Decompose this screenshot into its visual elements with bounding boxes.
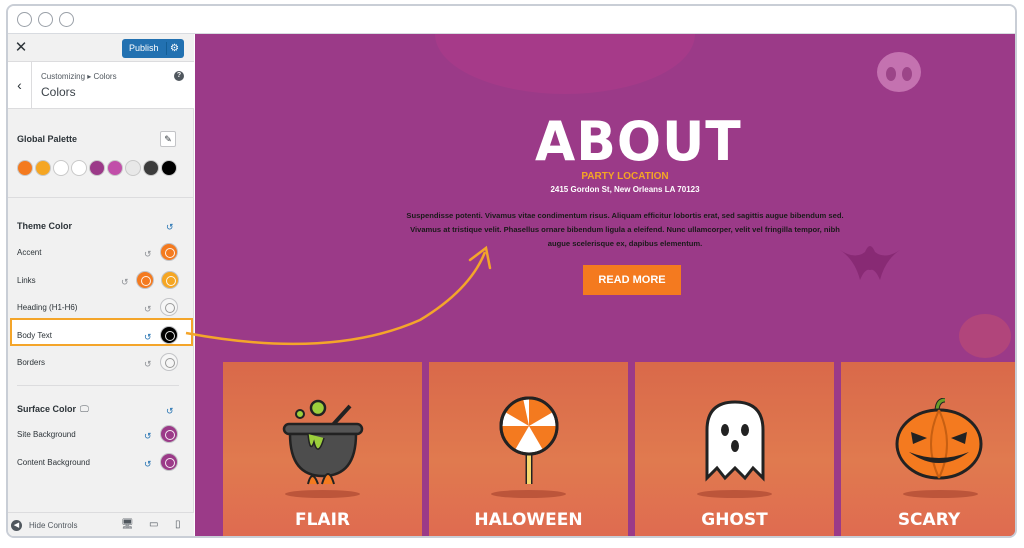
theme_colors-row-label: Accent [17, 248, 42, 257]
cauldron-icon [282, 399, 364, 485]
customizer-sidebar: ✕ Publish ⚙ ‹ Customizing ▸ Colors Color… [8, 34, 194, 536]
card-shadow [903, 490, 978, 498]
publish-separator [166, 42, 167, 55]
read-more-button[interactable]: READ MORE [583, 265, 681, 295]
card-title-scary: SCARY [897, 510, 961, 530]
card-haloween[interactable]: HALOWEEN [429, 362, 628, 536]
close-icon[interactable]: ✕ [12, 39, 30, 57]
divider [8, 197, 194, 198]
theme_colors-row-label: Heading (H1-H6) [17, 303, 78, 312]
section-title: Colors [41, 85, 76, 99]
tablet-preview-icon[interactable]: ▭ [149, 519, 158, 530]
bat-icon [840, 246, 900, 280]
about-heading: ABOUT [535, 110, 742, 174]
help-icon[interactable]: ? [174, 71, 184, 81]
palette-swatch[interactable] [89, 160, 105, 176]
palette-swatch[interactable] [161, 160, 177, 176]
gear-icon[interactable]: ⚙ [170, 39, 179, 58]
section-header: ‹ Customizing ▸ Colors Colors ? [8, 62, 194, 109]
theme-color-label: Theme Color [17, 221, 73, 231]
publish-button[interactable]: Publish ⚙ [122, 39, 184, 58]
window-dot-close[interactable] [17, 12, 32, 27]
card-scary[interactable]: SCARY [841, 362, 1015, 536]
reset-icon[interactable]: ↺ [144, 249, 152, 259]
theme_colors-row-label: Links [17, 275, 36, 285]
global-palette-label: Global Palette [17, 134, 78, 144]
hide-controls-icon[interactable]: ◀ [11, 520, 22, 531]
reset-icon[interactable]: ↺ [144, 304, 152, 314]
palette-swatch[interactable] [143, 160, 159, 176]
card-title-haloween: HALOWEEN [474, 510, 583, 530]
window-titlebar [8, 6, 1015, 34]
about-paragraph: Suspendisse potenti. Vivamus vitae condi… [406, 211, 844, 248]
color-picker-button[interactable] [160, 425, 178, 443]
card-title-flair: FLAIR [294, 510, 351, 530]
address-text: 2415 Gordon St, New Orleans LA 70123 [550, 185, 700, 194]
card-title-ghost: GHOST [701, 510, 768, 530]
surface-color-reset-icon[interactable]: ↺ [166, 406, 174, 416]
color-picker-button[interactable] [160, 325, 178, 344]
color-picker-button[interactable] [160, 243, 178, 261]
palette-swatch[interactable] [17, 160, 33, 176]
palette-swatch[interactable] [107, 160, 123, 176]
reset-icon[interactable]: ↺ [144, 459, 152, 469]
reset-icon[interactable]: ↺ [144, 332, 152, 342]
sidebar-topbar: ✕ Publish ⚙ [8, 34, 194, 62]
mobile-preview-icon[interactable]: ▯ [175, 519, 181, 530]
breadcrumb: Customizing ▸ Colors [41, 72, 117, 81]
card-shadow [285, 490, 360, 498]
color-picker-button[interactable] [136, 270, 154, 289]
theme_colors-row-label: Body Text [17, 330, 52, 340]
site-preview: ABOUT PARTY LOCATION 2415 Gordon St, New… [195, 34, 1015, 536]
reset-icon[interactable]: ↺ [144, 431, 152, 441]
publish-label: Publish [129, 43, 159, 53]
palette-swatch[interactable] [53, 160, 69, 176]
desktop-preview-icon[interactable]: 🖥 [121, 519, 134, 530]
color-picker-button[interactable] [160, 452, 178, 471]
palette-swatch[interactable] [35, 160, 51, 176]
sidebar-footer: ◀ Hide Controls 🖥 ▭ ▯ [8, 512, 194, 536]
surface_colors-row-label: Site Background [17, 430, 76, 439]
pencil-icon[interactable]: ✎ [160, 131, 176, 147]
card-shadow [491, 490, 566, 498]
theme-color-reset-icon[interactable]: ↺ [166, 222, 174, 232]
card-flair[interactable]: FLAIR [223, 362, 422, 536]
monitor-icon[interactable]: 🖵 [80, 404, 89, 415]
divider [17, 385, 179, 386]
reset-icon[interactable]: ↺ [144, 359, 152, 369]
ghost-icon [705, 400, 765, 482]
skull-icon [877, 52, 921, 92]
party-location-subheading: PARTY LOCATION [581, 171, 669, 182]
theme_colors-row-label: Borders [17, 358, 46, 367]
color-picker-button[interactable] [160, 298, 178, 316]
palette-swatch[interactable] [71, 160, 87, 176]
color-picker-button[interactable] [160, 353, 178, 371]
pumpkin-decoration-icon [959, 314, 1011, 358]
pumpkin-icon [895, 398, 983, 480]
reset-icon[interactable]: ↺ [121, 277, 129, 287]
back-icon[interactable]: ‹ [8, 62, 32, 109]
card-shadow [697, 490, 772, 498]
window-dot-maximize[interactable] [59, 12, 74, 27]
surface-color-label: Surface Color [17, 404, 77, 414]
palette-swatch[interactable] [125, 160, 141, 176]
background-decoration [435, 34, 695, 94]
surface_colors-row-label: Content Background [17, 457, 90, 467]
card-ghost[interactable]: GHOST [635, 362, 834, 536]
color-picker-button[interactable] [161, 270, 179, 289]
browser-window: ✕ Publish ⚙ ‹ Customizing ▸ Colors Color… [6, 4, 1017, 538]
lollipop-icon [499, 396, 559, 484]
window-dot-minimize[interactable] [38, 12, 53, 27]
hide-controls-label[interactable]: Hide Controls [29, 521, 77, 530]
